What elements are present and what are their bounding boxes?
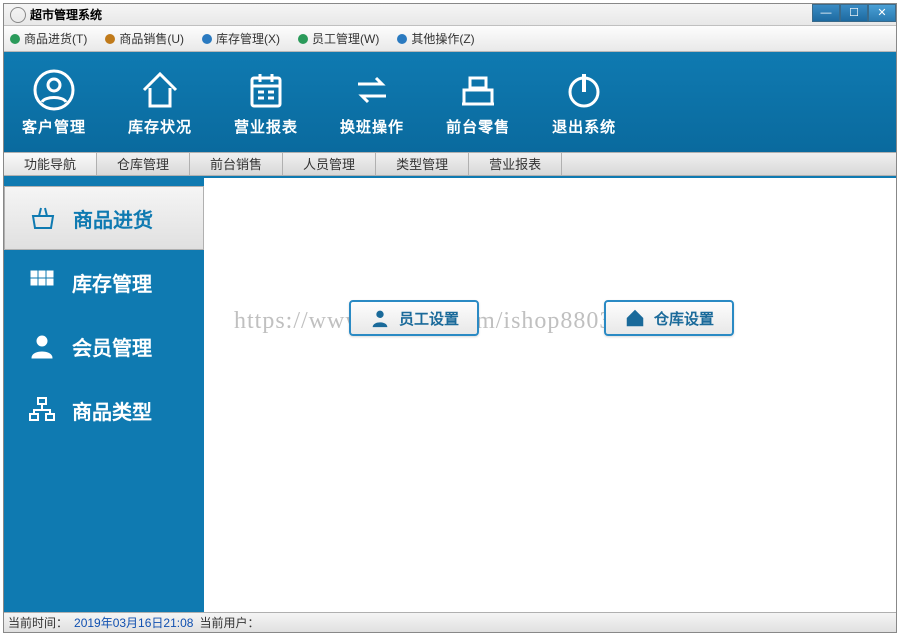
staff-settings-button[interactable]: 员工设置 [349,300,479,336]
close-button[interactable]: ✕ [868,4,896,22]
tab-report[interactable]: 营业报表 [469,153,562,175]
minimize-button[interactable]: — [812,4,840,22]
sidebar-item-inventory[interactable]: 库存管理 [4,250,204,314]
sidebar-item-type[interactable]: 商品类型 [4,378,204,442]
tabbar: 功能导航 仓库管理 前台销售 人员管理 类型管理 营业报表 [4,152,896,176]
dot-icon [10,34,20,44]
tab-personnel[interactable]: 人员管理 [283,153,376,175]
sidebar: 商品进货 库存管理 会员管理 商品类型 [4,176,204,612]
ribbon: 客户管理 库存状况 营业报表 换班操作 前台零售 退出系统 [4,52,896,152]
status-time-label: 当前时间： [8,614,68,631]
register-icon [456,68,500,112]
grid-icon [28,268,56,296]
titlebar: 超市管理系统 — ☐ ✕ [4,4,896,26]
ribbon-customer[interactable]: 客户管理 [22,68,86,137]
tab-warehouse[interactable]: 仓库管理 [97,153,190,175]
dot-icon [397,34,407,44]
menubar: 商品进货(T) 商品销售(U) 库存管理(X) 员工管理(W) 其他操作(Z) [4,26,896,52]
swap-icon [350,68,394,112]
tab-pos-sale[interactable]: 前台销售 [190,153,283,175]
window-title: 超市管理系统 [30,6,102,23]
user-icon [28,332,56,360]
menu-item-goods-sale[interactable]: 商品销售(U) [105,30,184,47]
maximize-button[interactable]: ☐ [840,4,868,22]
ribbon-inventory-status[interactable]: 库存状况 [128,68,192,137]
dot-icon [105,34,115,44]
menu-item-goods-in[interactable]: 商品进货(T) [10,30,87,47]
tab-nav[interactable]: 功能导航 [4,153,97,175]
power-icon [562,68,606,112]
watermark-text: https://www.huzhan.com/ishop8803 [234,308,886,335]
warehouse-settings-button[interactable]: 仓库设置 [604,300,734,336]
user-icon [32,68,76,112]
status-time-value: 2019年03月16日21:08 [74,614,193,631]
dot-icon [202,34,212,44]
ribbon-pos[interactable]: 前台零售 [446,68,510,137]
ribbon-shift[interactable]: 换班操作 [340,68,404,137]
dot-icon [298,34,308,44]
menu-item-staff[interactable]: 员工管理(W) [298,30,379,47]
basket-icon [29,204,57,232]
menu-item-inventory[interactable]: 库存管理(X) [202,30,280,47]
sidebar-item-goods-in[interactable]: 商品进货 [4,186,204,250]
content-area: https://www.huzhan.com/ishop8803 员工设置 仓库… [204,176,896,612]
tab-type[interactable]: 类型管理 [376,153,469,175]
home-icon [624,307,646,329]
status-user-label: 当前用户： [199,614,259,631]
calendar-icon [244,68,288,112]
app-icon [10,7,26,23]
user-icon [369,307,391,329]
ribbon-report[interactable]: 营业报表 [234,68,298,137]
home-icon [138,68,182,112]
sidebar-item-member[interactable]: 会员管理 [4,314,204,378]
org-icon [28,396,56,424]
ribbon-exit[interactable]: 退出系统 [552,68,616,137]
menu-item-other[interactable]: 其他操作(Z) [397,30,474,47]
statusbar: 当前时间： 2019年03月16日21:08 当前用户： [4,612,896,632]
